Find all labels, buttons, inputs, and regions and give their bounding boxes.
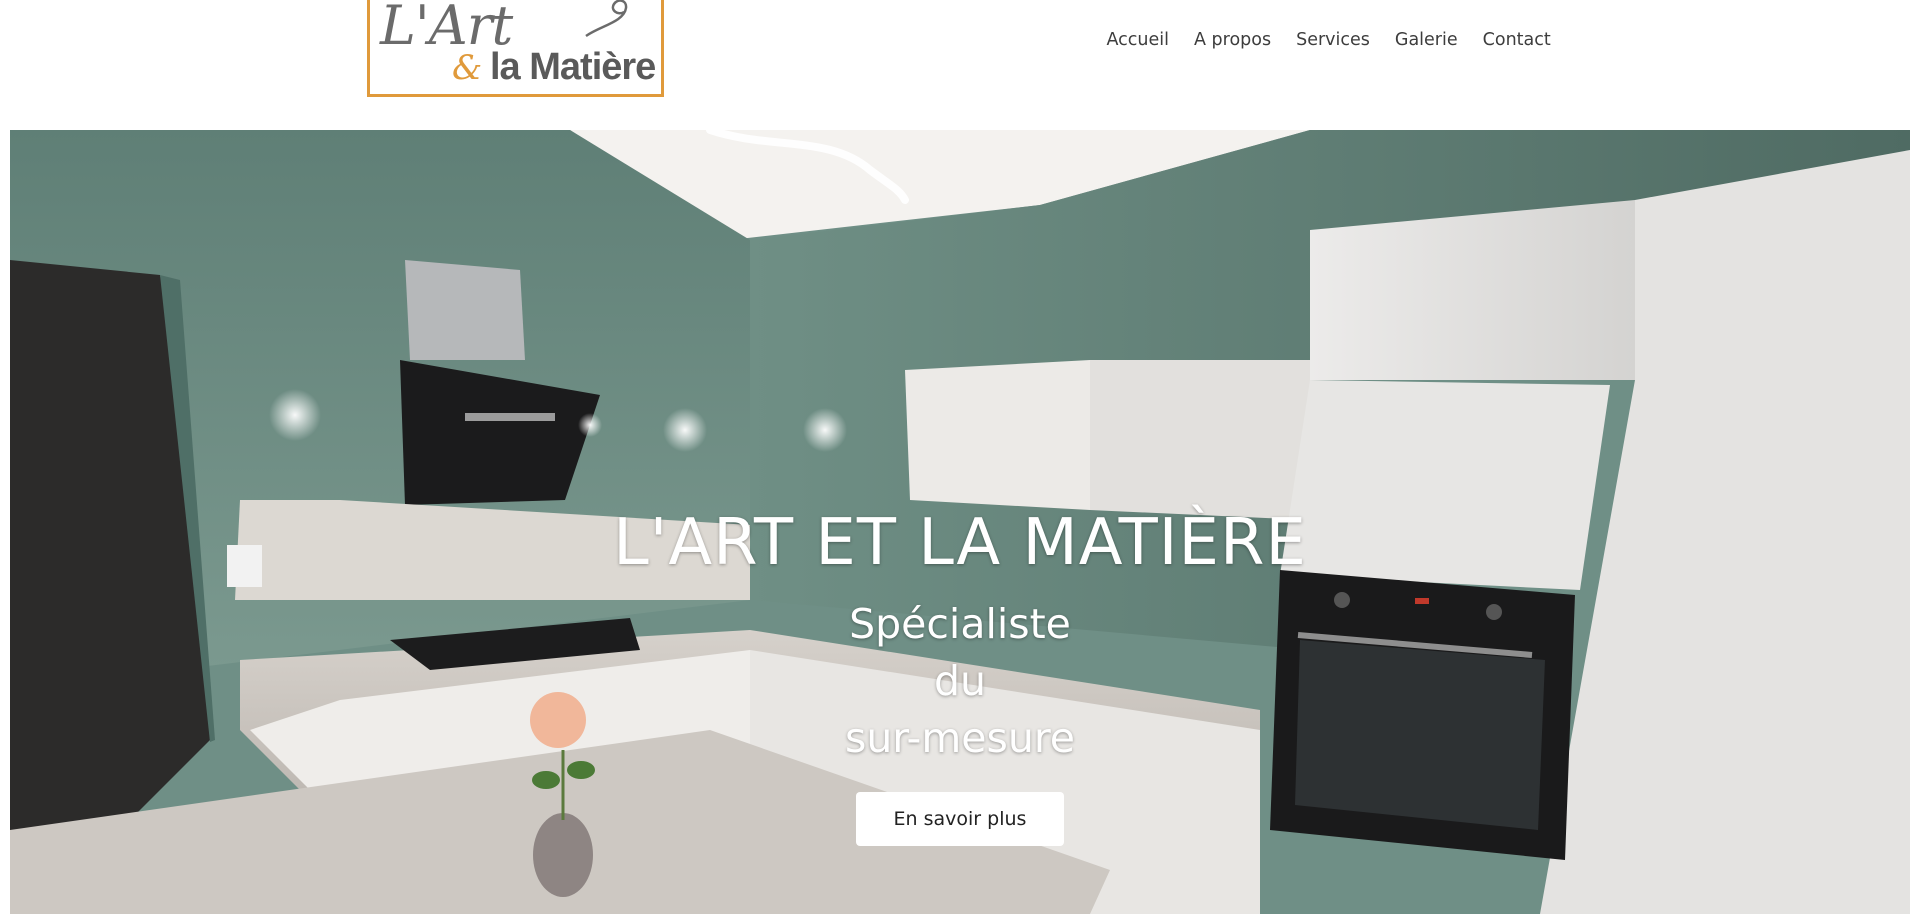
hero-section: L'ART ET LA MATIÈRE Spécialiste du sur-m… xyxy=(10,130,1910,914)
logo-swirl-icon xyxy=(585,0,628,38)
nav-item-galerie[interactable]: Galerie xyxy=(1382,28,1470,52)
hero-subtitle-line-2: du xyxy=(933,657,986,705)
site-logo[interactable]: L'Art & la Matière xyxy=(367,0,664,97)
logo-text-la-matiere: la Matière xyxy=(490,46,656,88)
hero-content: L'ART ET LA MATIÈRE Spécialiste du sur-m… xyxy=(10,130,1910,914)
hero-subtitle-line-3: sur-mesure xyxy=(844,714,1076,762)
nav-item-a-propos[interactable]: A propos xyxy=(1182,28,1284,52)
main-nav: Accueil A propos Services Galerie Contac… xyxy=(1094,28,1563,52)
nav-item-services[interactable]: Services xyxy=(1284,28,1383,52)
hero-title: L'ART ET LA MATIÈRE xyxy=(613,506,1307,580)
logo-ampersand: & xyxy=(452,48,483,88)
nav-item-accueil[interactable]: Accueil xyxy=(1094,28,1182,52)
site-header: L'Art & la Matière Accueil A propos Serv… xyxy=(0,0,1918,130)
hero-subtitle-line-1: Spécialiste xyxy=(849,600,1071,648)
nav-item-contact[interactable]: Contact xyxy=(1470,28,1563,52)
learn-more-button[interactable]: En savoir plus xyxy=(856,792,1064,846)
hero-subtitle: Spécialiste du sur-mesure xyxy=(10,596,1910,767)
